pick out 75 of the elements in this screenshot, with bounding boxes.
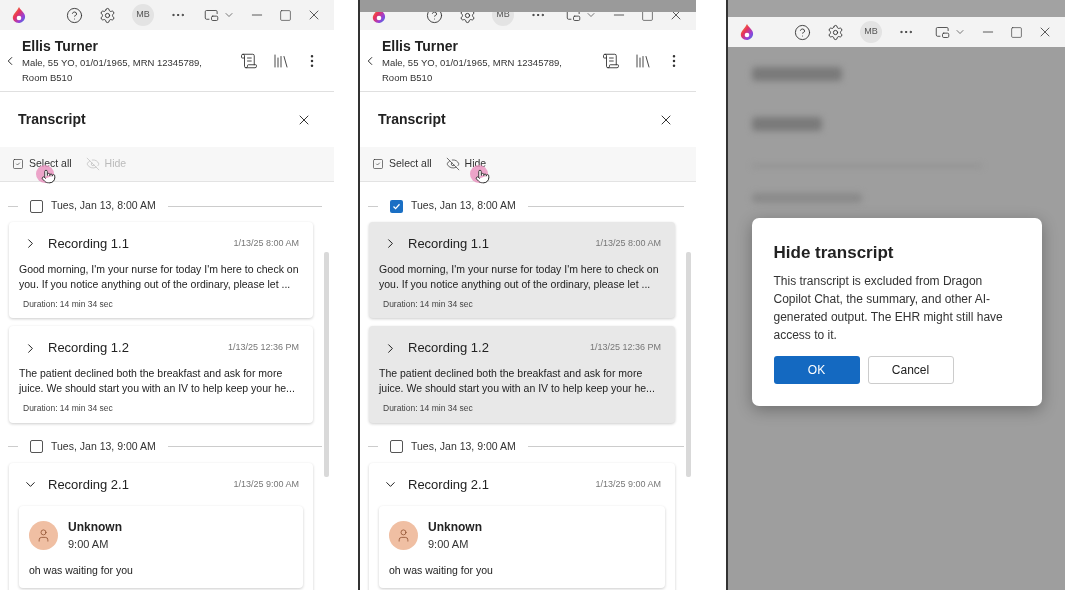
panel-title: Transcript bbox=[18, 110, 86, 129]
scroll-icon[interactable] bbox=[602, 51, 620, 70]
recording-title: Recording 2.1 bbox=[408, 475, 489, 494]
recording-title: Recording 1.2 bbox=[408, 339, 489, 358]
recording-time: 1/13/25 8:00 AM bbox=[233, 237, 299, 250]
date-label: Tues, Jan 13, 8:00 AM bbox=[411, 198, 516, 214]
maximize-icon[interactable] bbox=[1010, 25, 1023, 39]
recording-title: Recording 2.1 bbox=[48, 475, 129, 494]
utterance-time: 9:00 AM bbox=[428, 537, 470, 552]
panel-title: Transcript bbox=[378, 110, 446, 129]
utterance-text: oh was waiting for you bbox=[389, 562, 494, 578]
speaker-avatar bbox=[389, 520, 418, 550]
recording-title: Recording 1.2 bbox=[48, 339, 129, 358]
scroll-icon[interactable] bbox=[240, 51, 258, 70]
recording-time: 1/13/25 8:00 AM bbox=[595, 237, 661, 250]
date-label: Tues, Jan 13, 8:00 AM bbox=[51, 198, 156, 214]
utterance-text: oh was waiting for you bbox=[29, 562, 134, 578]
recording-excerpt: The patient declined both the breakfast and ask for more juice. We should start you with an IV to help keep your he... bbox=[377, 365, 656, 396]
speaker-name: Unknown bbox=[68, 519, 122, 536]
cancel-button[interactable]: Cancel bbox=[867, 355, 954, 384]
recording-card[interactable]: Recording 2.1 1/13/25 9:00 AM Unknown 9:00 AM oh was waiting for you bbox=[369, 462, 675, 590]
app-logo bbox=[12, 7, 26, 23]
recording-duration: Duration: 14 min 34 sec bbox=[22, 297, 114, 311]
recording-excerpt: Good morning, I'm your nurse for today I'm here to check on you. If you notice anything out of the ordinary, please let ... bbox=[378, 261, 660, 292]
maximize-icon[interactable] bbox=[279, 8, 292, 22]
hide-button[interactable]: Hide bbox=[445, 156, 487, 172]
recording-duration: Duration: 14 min 34 sec bbox=[382, 297, 474, 311]
recording-time: 1/13/25 12:36 PM bbox=[589, 341, 661, 355]
recording-card[interactable]: Recording 1.2 1/13/25 12:36 PM The patient declined both the breakfast and ask for more juice. We should start you with an IV to help keep your he... Duration: 14 min 34 sec bbox=[369, 326, 675, 423]
utterance-time: 9:00 AM bbox=[68, 537, 110, 552]
recording-card[interactable]: Recording 1.1 1/13/25 8:00 AM Good morning, I'm your nurse for today I'm here to check on you. If you notice anything out of the ordinary, please let ... Duration: 14 min 34 sec bbox=[9, 222, 313, 319]
select-all-button[interactable]: Select all bbox=[12, 156, 72, 172]
ok-button[interactable]: OK bbox=[773, 355, 860, 384]
help-icon[interactable] bbox=[66, 6, 83, 24]
patient-name: Ellis Turner bbox=[22, 36, 99, 55]
select-all-button[interactable]: Select all bbox=[372, 156, 432, 172]
recording-title: Recording 1.1 bbox=[408, 235, 489, 253]
user-avatar[interactable]: MB bbox=[860, 21, 882, 43]
recording-card[interactable]: Recording 1.2 1/13/25 12:36 PM The patient declined both the breakfast and ask for more juice. We should start you with an IV to help keep your he... Duration: 14 min 34 sec bbox=[9, 326, 313, 423]
checkbox[interactable] bbox=[30, 440, 43, 453]
window-layout-icon[interactable] bbox=[935, 24, 950, 40]
recording-excerpt: Good morning, I'm your nurse for today I'm here to check on you. If you notice anything out of the ordinary, please let ... bbox=[18, 261, 300, 292]
patient-details: Male, 55 YO, 01/01/1965, MRN 12345789, Room B510 bbox=[22, 55, 203, 85]
app-logo bbox=[740, 24, 754, 40]
help-icon[interactable] bbox=[794, 23, 811, 41]
date-label: Tues, Jan 13, 9:00 AM bbox=[411, 438, 516, 454]
user-avatar[interactable]: MB bbox=[132, 4, 154, 26]
checkbox[interactable] bbox=[30, 199, 43, 213]
recording-time: 1/13/25 9:00 AM bbox=[233, 477, 299, 491]
settings-icon[interactable] bbox=[99, 6, 116, 24]
recording-time: 1/13/25 12:36 PM bbox=[227, 341, 299, 355]
patient-details: Male, 55 YO, 01/01/1965, MRN 12345789, Room B510 bbox=[382, 55, 563, 85]
recording-duration: Duration: 14 min 34 sec bbox=[22, 401, 114, 415]
blurred-content bbox=[752, 117, 822, 131]
dialog-message: This transcript is excluded from Dragon Copilot Chat, the summary, and other AI-generated output. The EHR might still have access to it. bbox=[773, 272, 1004, 344]
checkbox-icon bbox=[372, 158, 384, 170]
recording-card[interactable]: Recording 1.1 1/13/25 8:00 AM Good morning, I'm your nurse for today I'm here to check on you. If you notice anything out of the ordinary, please let ... Duration: 14 min 34 sec bbox=[369, 222, 675, 319]
checkbox-icon bbox=[12, 158, 24, 170]
window-layout-icon[interactable] bbox=[204, 7, 219, 23]
dialog-title: Hide transcript bbox=[773, 242, 895, 265]
speaker-name: Unknown bbox=[428, 519, 482, 536]
recording-duration: Duration: 14 min 34 sec bbox=[382, 401, 474, 415]
recording-excerpt: The patient declined both the breakfast and ask for more juice. We should start you with an IV to help keep your he... bbox=[17, 365, 296, 396]
checkmark-icon bbox=[392, 201, 401, 211]
patient-name: Ellis Turner bbox=[382, 36, 459, 55]
recording-card[interactable]: Recording 2.1 1/13/25 9:00 AM Unknown 9:00 AM oh was waiting for you bbox=[9, 462, 313, 590]
settings-icon[interactable] bbox=[827, 23, 844, 41]
recording-title: Recording 1.1 bbox=[48, 235, 129, 253]
speaker-avatar bbox=[29, 520, 58, 550]
checkbox[interactable] bbox=[390, 440, 403, 453]
eye-off-icon bbox=[85, 157, 100, 171]
recording-time: 1/13/25 9:00 AM bbox=[595, 477, 661, 491]
checkbox[interactable] bbox=[390, 199, 403, 213]
date-label: Tues, Jan 13, 9:00 AM bbox=[51, 438, 156, 454]
eye-off-icon bbox=[445, 157, 460, 171]
